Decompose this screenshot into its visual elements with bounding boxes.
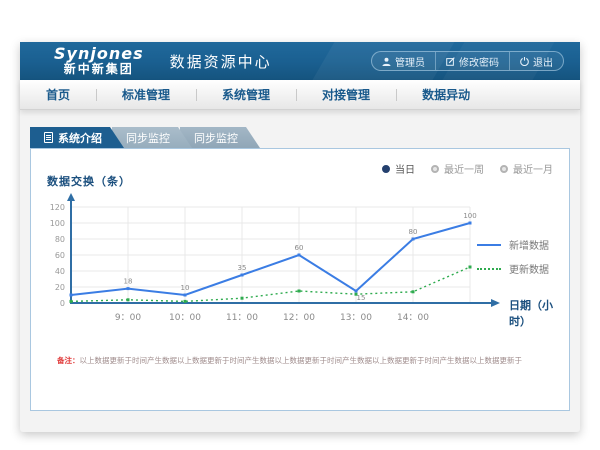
footnote: 备注：以上数据更新于时间产生数据以上数据更新于时间产生数据以上数据更新于时间产生…: [57, 355, 557, 366]
y-axis-title: 数据交换（条）: [47, 173, 131, 189]
content-panel: 当日 最近一周 最近一月 数据交换（条） 0 20 40 60 80 100 120 9：00…: [30, 148, 570, 411]
time-range-filter: 当日 最近一周 最近一月: [382, 161, 553, 176]
radio-label: 当日: [395, 161, 415, 176]
radio-dot-icon: [382, 165, 390, 173]
dotted-line-icon: [477, 268, 501, 270]
legend-item-updated-data: 更新数据: [477, 261, 549, 276]
line-chart: 0 20 40 60 80 100 120 9：00 10：00 11：00 12：00 13：00 1…: [47, 191, 507, 325]
logout-label: 退出: [533, 54, 553, 69]
svg-text:100: 100: [463, 212, 476, 220]
change-password-button[interactable]: 修改密码: [435, 52, 509, 70]
radio-dot-icon: [500, 165, 508, 173]
document-icon: [44, 132, 53, 143]
user-label: 管理员: [395, 54, 425, 69]
app-window: Synjones 新中新集团 数据资源中心 管理员 修改密码 退出: [20, 42, 580, 432]
svg-text:35: 35: [238, 264, 247, 272]
radio-dot-icon: [431, 165, 439, 173]
svg-text:80: 80: [409, 228, 418, 236]
nav-item-data-change[interactable]: 数据异动: [396, 86, 496, 103]
nav-item-standard-mgmt[interactable]: 标准管理: [96, 86, 196, 103]
footnote-label: 备注：: [57, 356, 80, 365]
tab-system-intro[interactable]: 系统介绍: [30, 127, 124, 148]
nav-item-integration-mgmt[interactable]: 对接管理: [296, 86, 396, 103]
user-menu: 管理员 修改密码 退出: [371, 51, 564, 71]
edit-icon: [446, 57, 455, 66]
svg-text:60: 60: [295, 244, 304, 252]
svg-text:10：00: 10：00: [169, 313, 201, 323]
svg-text:18: 18: [124, 278, 133, 286]
svg-text:9：00: 9：00: [115, 313, 141, 323]
page-title: 数据资源中心: [170, 51, 272, 72]
chart-legend: 新增数据 更新数据: [477, 237, 549, 276]
solid-line-icon: [477, 244, 501, 246]
svg-text:120: 120: [50, 203, 65, 212]
logo-text-cn: 新中新集团: [54, 63, 144, 76]
tab-bar: 系统介绍 同步监控 同步监控: [30, 127, 260, 148]
legend-label: 新增数据: [509, 237, 549, 252]
svg-text:12：00: 12：00: [283, 313, 315, 323]
legend-item-new-data: 新增数据: [477, 237, 549, 252]
svg-text:15: 15: [357, 294, 366, 302]
svg-text:11：00: 11：00: [226, 313, 258, 323]
svg-text:40: 40: [55, 267, 65, 276]
radio-today[interactable]: 当日: [382, 161, 415, 176]
svg-text:60: 60: [55, 251, 65, 260]
radio-last-week[interactable]: 最近一周: [431, 161, 484, 176]
user-icon: [382, 57, 391, 66]
tab-label: 系统介绍: [58, 130, 102, 146]
logout-button[interactable]: 退出: [509, 52, 563, 70]
svg-text:10: 10: [181, 284, 190, 292]
svg-text:20: 20: [55, 283, 65, 292]
power-icon: [520, 57, 529, 66]
svg-text:13：00: 13：00: [340, 313, 372, 323]
radio-label: 最近一月: [513, 161, 553, 176]
nav-item-system-mgmt[interactable]: 系统管理: [196, 86, 296, 103]
current-user-button[interactable]: 管理员: [372, 52, 435, 70]
company-logo: Synjones 新中新集团: [54, 46, 144, 75]
nav-item-home[interactable]: 首页: [20, 86, 96, 103]
x-axis-title: 日期（小时）: [509, 297, 569, 329]
tab-sync-monitor-2[interactable]: 同步监控: [180, 127, 260, 148]
legend-label: 更新数据: [509, 261, 549, 276]
svg-text:100: 100: [50, 219, 65, 228]
main-nav: 首页 标准管理 系统管理 对接管理 数据异动: [20, 80, 580, 110]
tab-label: 同步监控: [194, 130, 238, 146]
svg-text:14：00: 14：00: [397, 313, 429, 323]
svg-text:80: 80: [55, 235, 65, 244]
change-password-label: 修改密码: [459, 54, 499, 69]
tab-label: 同步监控: [126, 130, 170, 146]
logo-text-en: Synjones: [54, 46, 144, 63]
app-header: Synjones 新中新集团 数据资源中心 管理员 修改密码 退出: [20, 42, 580, 80]
svg-text:0: 0: [60, 299, 65, 308]
radio-last-month[interactable]: 最近一月: [500, 161, 553, 176]
footnote-text: 以上数据更新于时间产生数据以上数据更新于时间产生数据以上数据更新于时间产生数据以…: [80, 356, 523, 365]
radio-label: 最近一周: [444, 161, 484, 176]
tab-sync-monitor-1[interactable]: 同步监控: [112, 127, 192, 148]
